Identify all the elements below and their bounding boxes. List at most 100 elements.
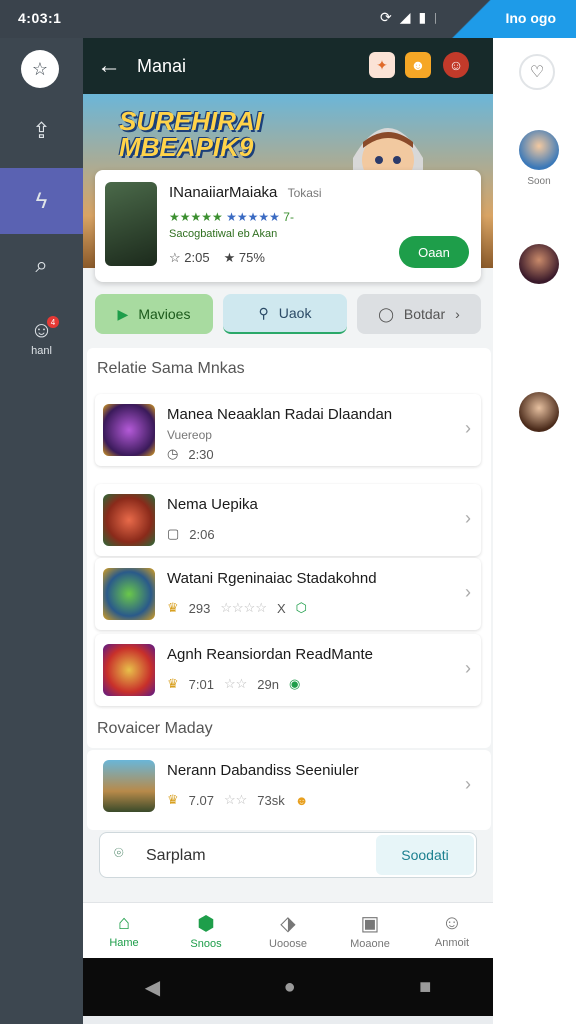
avatar[interactable] — [519, 392, 559, 432]
item-meta-text: 2:30 — [188, 446, 214, 462]
back-triangle-icon[interactable]: ◀ — [145, 975, 160, 1000]
list-item[interactable]: Nema Uepika ▢ 2:06 › — [95, 484, 481, 556]
section-title: Relatie Sama Mnkas — [97, 360, 245, 377]
back-arrow-icon[interactable]: ← — [97, 52, 121, 80]
featured-app-card[interactable]: INanaiiarMaiaka Tokasi ★★★★★ ★★★★★ 7- Sa… — [95, 170, 481, 282]
search-bar[interactable]: ⌾ Sarplam Soodati — [99, 832, 477, 878]
rail-share[interactable]: ⇪ — [0, 98, 83, 164]
play-icon: ▶ — [117, 305, 129, 322]
chevron-right-icon: › — [465, 508, 471, 528]
banner-title-line1: SUREHIRAI — [119, 106, 263, 136]
avatar[interactable] — [519, 244, 559, 284]
rating-text: 7- — [283, 210, 294, 224]
item-name: Manea Neaaklan Radai Dlaandan — [167, 406, 393, 423]
notification-badge: 4 — [47, 316, 59, 328]
face-icon[interactable]: ☻ — [405, 52, 431, 78]
sync-icon: ⟳ — [380, 9, 392, 25]
chevron-right-icon: › — [465, 582, 471, 602]
face-icon: ☻ — [294, 792, 309, 808]
search-button[interactable]: Soodati — [376, 835, 474, 875]
chip-mavioes[interactable]: ▶ Mavioes — [95, 294, 213, 334]
chip-botdar[interactable]: ◯ Botdar › — [357, 294, 481, 334]
app-name: INanaiiarMaiaka Tokasi — [169, 184, 322, 201]
avatar-name: Soon — [527, 176, 551, 187]
chip-uaok[interactable]: ⚲ Uaok — [223, 294, 347, 334]
crown-icon: ♛ — [167, 792, 179, 807]
main-panel: ← Manai ✦ ☻ ☺ SUREHIRAI MBEAPIK9 INanaii… — [83, 38, 493, 958]
box-icon: ▢ — [167, 526, 180, 541]
banner-title: SUREHIRAI MBEAPIK9 — [119, 108, 262, 160]
signal-icon: ▮ — [418, 9, 427, 25]
nav-anmoit[interactable]: ☺ Anmoit — [411, 903, 493, 958]
chevron-right-icon: › — [465, 658, 471, 678]
item-meta: ◷ 2:30 — [167, 446, 214, 462]
bolt-icon: ϟ — [35, 188, 48, 213]
search-icon: ⌕ — [35, 252, 48, 277]
item-meta-extra: X — [276, 600, 286, 616]
game-thumbnail — [103, 644, 155, 696]
search-input[interactable]: Sarplam — [146, 847, 206, 865]
nav-label: Anmoit — [434, 937, 470, 949]
home-circle-icon[interactable]: ● — [284, 976, 296, 999]
tag-icon: ⬢ — [197, 913, 215, 935]
rail-chat-label: hanl — [31, 345, 52, 357]
rating-stars: ☆☆ — [223, 792, 248, 807]
right-rail: ♡ Soon — [493, 38, 576, 1024]
stat-1: ☆ 2:05 — [169, 250, 210, 265]
item-sub: Vuereop — [167, 428, 212, 442]
item-name: Nerann Dabandiss Seeniuler — [167, 762, 359, 779]
chevron-right-icon: › — [465, 774, 471, 794]
fox-icon[interactable]: ✦ — [369, 52, 395, 78]
item-meta: ♛ 293 ☆☆☆☆ X ⬡ — [167, 600, 307, 616]
rating-stars: ☆☆ — [223, 676, 248, 691]
item-meta: ♛ 7:01 ☆☆ 29n ◉ — [167, 676, 300, 692]
item-meta: ♛ 7.07 ☆☆ 73sk ☻ — [167, 792, 308, 808]
nav-uooose[interactable]: ⬗ Uooose — [247, 903, 329, 958]
banner-title-line2: MBEAPIK9 — [119, 132, 254, 162]
list-item[interactable]: Watani Rgeninaiac Stadakohnd ♛ 293 ☆☆☆☆ … — [95, 558, 481, 630]
wifi-icon: ◢ — [399, 9, 411, 25]
item-name: Nema Uepika — [167, 496, 258, 513]
like-icon[interactable]: ♡ — [519, 54, 555, 90]
status-icons: ⟳ ◢ ▮ ▯ — [380, 9, 442, 26]
recents-square-icon[interactable]: ■ — [419, 976, 431, 999]
status-right-text: Ino ogo — [505, 10, 556, 26]
rating-stars: ☆☆☆☆ — [220, 600, 267, 615]
list-item[interactable]: Agnh Reansiordan ReadMante ♛ 7:01 ☆☆ 29n… — [95, 634, 481, 706]
game-thumbnail — [103, 404, 155, 456]
system-nav-bar: ◀ ● ■ — [83, 958, 493, 1016]
game-thumbnail — [103, 760, 155, 812]
item-meta-extra: 73sk — [257, 792, 285, 808]
rail-chat[interactable]: ☺ hanl 4 — [0, 304, 83, 370]
person-icon: ☺ — [441, 912, 463, 934]
share-icon: ⇪ — [32, 118, 51, 143]
inbox-icon: ▣ — [360, 913, 380, 935]
app-tag: Tokasi — [287, 186, 322, 200]
nav-moaone[interactable]: ▣ Moaone — [329, 903, 411, 958]
app-meta: ☆ 2:05 ★ 75% — [169, 250, 265, 266]
game-thumbnail — [103, 568, 155, 620]
nav-label: Uooose — [269, 938, 307, 950]
item-name: Watani Rgeninaiac Stadakohnd — [167, 570, 377, 587]
rail-search[interactable]: ⌕ — [0, 232, 83, 298]
crown-icon: ♛ — [167, 676, 179, 691]
check-circle-icon: ◉ — [288, 676, 301, 691]
game-thumbnail — [103, 494, 155, 546]
location-pin-icon: ⌾ — [114, 845, 124, 862]
list-item[interactable]: Nerann Dabandiss Seeniuler ♛ 7.07 ☆☆ 73s… — [95, 750, 481, 822]
open-button[interactable]: Oaan — [399, 236, 469, 268]
stat-2: ★ 75% — [223, 250, 265, 265]
nav-snoos[interactable]: ⬢ Snoos — [165, 903, 247, 958]
section-title: Rovaicer Maday — [97, 720, 213, 737]
chevron-right-icon: › — [465, 418, 471, 438]
item-meta-text: 7:01 — [188, 676, 214, 692]
avatar[interactable] — [519, 130, 559, 170]
rail-alerts[interactable]: ϟ — [0, 168, 83, 234]
list-item[interactable]: Manea Neaaklan Radai Dlaandan Vuereop ◷ … — [95, 394, 481, 466]
item-meta: ▢ 2:06 — [167, 526, 215, 542]
chevron-right-icon: › — [455, 306, 460, 322]
profile-avatar[interactable]: ☺ — [443, 52, 469, 78]
star-icon[interactable]: ☆ — [21, 50, 59, 88]
nav-home[interactable]: ⌂ Hame — [83, 903, 165, 958]
item-meta-text: 293 — [188, 600, 211, 616]
